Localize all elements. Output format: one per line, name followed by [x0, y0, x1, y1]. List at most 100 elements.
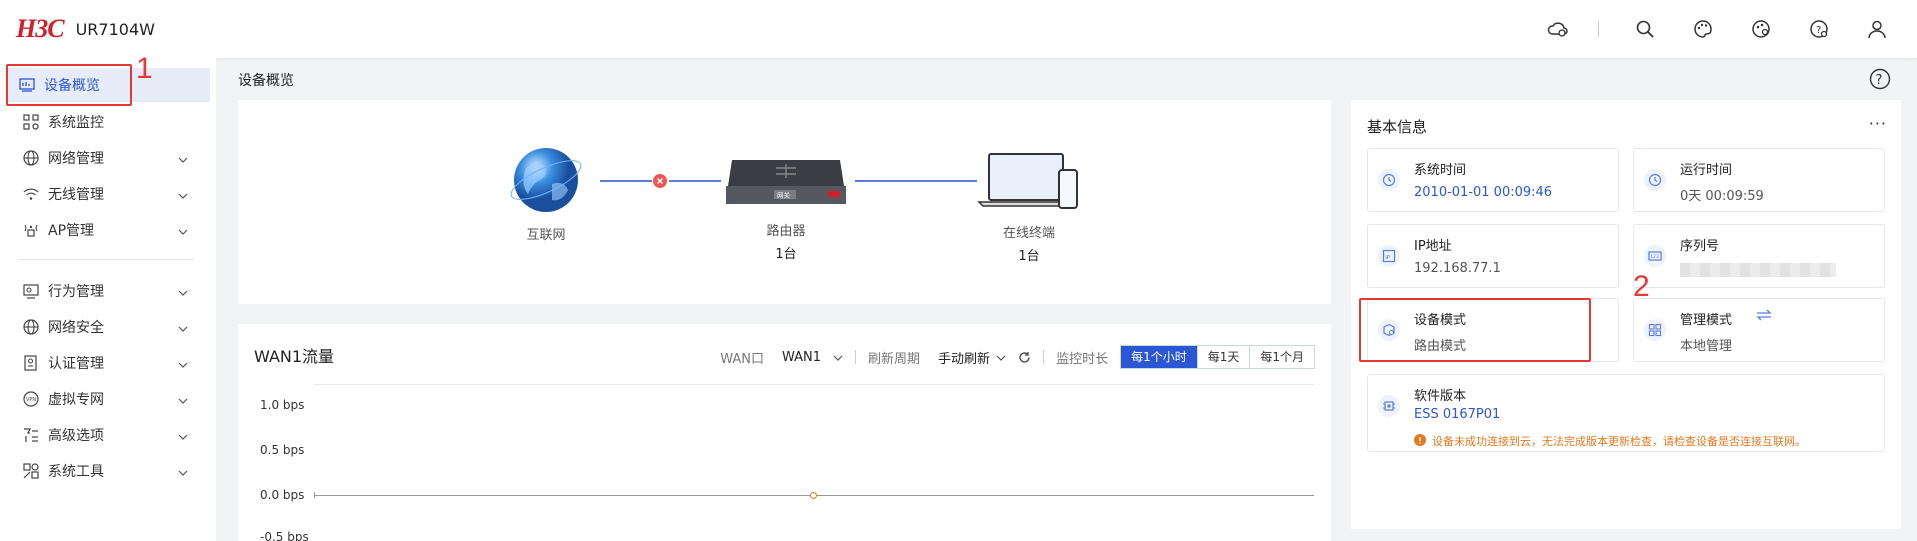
chevron-down-icon	[178, 392, 188, 408]
system-time-value[interactable]: 2010-01-01 00:09:46	[1414, 185, 1552, 200]
sidebar-item-vpn[interactable]: VPN 虚拟专网	[12, 382, 208, 416]
chevron-down-icon	[178, 320, 188, 336]
annotation-marker-1: 1	[136, 52, 153, 85]
top-bar: H3C UR7104W ?	[0, 0, 1917, 58]
terminal-count: 1台	[1018, 249, 1040, 264]
behavior-icon	[20, 280, 42, 302]
ip-icon: IP	[1378, 245, 1400, 267]
sidebar-item-monitor[interactable]: 系统监控	[12, 105, 208, 139]
router-icon: 网关	[724, 156, 848, 212]
mgmt-mode-label: 管理模式	[1680, 313, 1733, 328]
sidebar-item-ap[interactable]: AP管理	[12, 213, 208, 247]
sidebar-item-label: 高级选项	[48, 428, 104, 444]
sidebar-item-label: 网络安全	[48, 320, 104, 336]
duration-label: 监控时长	[1056, 351, 1109, 367]
link-error-icon	[653, 174, 667, 192]
chevron-down-icon	[178, 356, 188, 372]
mgmt-mode-value: 本地管理	[1680, 339, 1733, 354]
system-time-tile: 系统时间 2010-01-01 00:09:46	[1367, 148, 1619, 212]
router-node[interactable]: 网关 路由器 1台	[724, 156, 848, 262]
sidebar-item-label: 虚拟专网	[48, 392, 104, 408]
sidebar-item-tools[interactable]: 系统工具	[12, 454, 208, 488]
device-model: UR7104W	[75, 19, 155, 39]
sidebar-item-wireless[interactable]: 无线管理	[12, 177, 208, 211]
link-line	[855, 180, 977, 182]
y-tick-label: 1.0 bps	[260, 398, 305, 412]
serial-label: 序列号	[1680, 239, 1720, 254]
link-line	[669, 180, 721, 182]
traffic-title: WAN1流量	[254, 347, 335, 366]
link-line	[600, 180, 652, 182]
software-label: 软件版本	[1414, 389, 1467, 404]
duration-segmented: 每1个小时 每1天 每1个月	[1120, 345, 1315, 369]
warning-icon	[1414, 433, 1426, 449]
sidebar-item-advanced[interactable]: 高级选项	[12, 418, 208, 452]
vpn-icon: VPN	[20, 388, 42, 410]
chevron-down-icon	[178, 187, 188, 203]
search-icon[interactable]	[1633, 17, 1657, 41]
svg-text:IP: IP	[1385, 255, 1391, 261]
range-1-month[interactable]: 每1个月	[1249, 346, 1314, 368]
y-tick-label: -0.5 bps	[260, 530, 309, 541]
help-settings-icon[interactable]: ?	[1807, 17, 1831, 41]
router-badge: 网关	[777, 191, 791, 200]
software-version-tile: 软件版本 ESS 0167P01 设备未成功连接到云，无法完成版本更新检查，请检…	[1367, 374, 1885, 452]
help-icon[interactable]: ?	[1869, 68, 1891, 94]
sidebar-item-behavior[interactable]: 行为管理	[12, 274, 208, 308]
sidebar-item-label: 网络管理	[48, 151, 104, 167]
palette-icon[interactable]	[1691, 17, 1715, 41]
refresh-icon[interactable]	[1018, 351, 1031, 364]
chevron-down-icon	[178, 223, 188, 239]
sidebar-item-label: 认证管理	[48, 356, 104, 372]
mgmt-mode-tile: 管理模式 本地管理	[1633, 298, 1885, 362]
wan-select-value: WAN1	[781, 349, 822, 365]
sidebar-item-auth[interactable]: 认证管理	[12, 346, 208, 380]
software-version-value[interactable]: ESS 0167P01	[1414, 407, 1500, 422]
chevron-down-icon	[178, 428, 188, 444]
clock-icon	[1378, 169, 1400, 191]
globe-icon	[20, 147, 42, 169]
user-icon[interactable]	[1865, 17, 1889, 41]
globe-icon	[500, 144, 592, 228]
router-count: 1台	[775, 247, 797, 262]
refresh-select[interactable]: 手动刷新	[938, 348, 1006, 367]
serial-tile: 123 序列号	[1633, 224, 1885, 288]
serial-icon: 123	[1644, 245, 1666, 267]
uptime-value: 0天 00:09:59	[1680, 189, 1764, 204]
theme-settings-icon[interactable]	[1749, 17, 1773, 41]
security-globe-icon	[20, 316, 42, 338]
svg-text:?: ?	[1876, 73, 1883, 88]
internet-node[interactable]: 互联网	[500, 144, 592, 243]
tools-icon	[20, 460, 42, 482]
sidebar-item-label: 无线管理	[48, 187, 104, 203]
chevron-down-icon	[996, 350, 1006, 365]
sidebar-item-label: 系统工具	[48, 464, 104, 480]
grid-icon	[1644, 319, 1666, 341]
wan-select[interactable]: WAN1	[782, 350, 843, 365]
monitor-icon	[20, 111, 42, 133]
timer-icon	[1644, 169, 1666, 191]
topology-card: 互联网 网关 路由器 1台 在线终端 1台	[238, 100, 1331, 304]
traffic-toolbar: WAN口 WAN1 刷新周期 手动刷新 监控时长 每1个小时 每1天 每1个月	[720, 345, 1315, 369]
info-title: 基本信息	[1367, 118, 1428, 136]
uptime-tile: 运行时间 0天 00:09:59	[1633, 148, 1885, 212]
wan-label: WAN口	[720, 351, 764, 367]
sidebar-item-security[interactable]: 网络安全	[12, 310, 208, 344]
ip-label: IP地址	[1414, 239, 1452, 254]
switch-mode-icon[interactable]	[1756, 309, 1772, 325]
terminal-node[interactable]: 在线终端 1台	[972, 152, 1086, 264]
chip-icon	[1378, 395, 1400, 417]
chevron-down-icon	[178, 464, 188, 480]
range-1-hour[interactable]: 每1个小时	[1121, 346, 1197, 368]
chevron-down-icon	[833, 350, 843, 365]
more-options-icon[interactable]: ···	[1869, 114, 1887, 133]
warning-text: 设备未成功连接到云，无法完成版本更新检查，请检查设备是否连接互联网。	[1432, 435, 1806, 448]
range-1-day[interactable]: 每1天	[1196, 346, 1250, 368]
sidebar-item-network[interactable]: 网络管理	[12, 141, 208, 175]
cloud-settings-icon[interactable]	[1546, 17, 1570, 41]
brand-logo: H3C	[16, 14, 65, 43]
uptime-label: 运行时间	[1680, 163, 1733, 178]
annotation-box-2	[1359, 298, 1591, 362]
sidebar-item-label: 系统监控	[48, 115, 104, 131]
grid-line	[314, 384, 1314, 385]
